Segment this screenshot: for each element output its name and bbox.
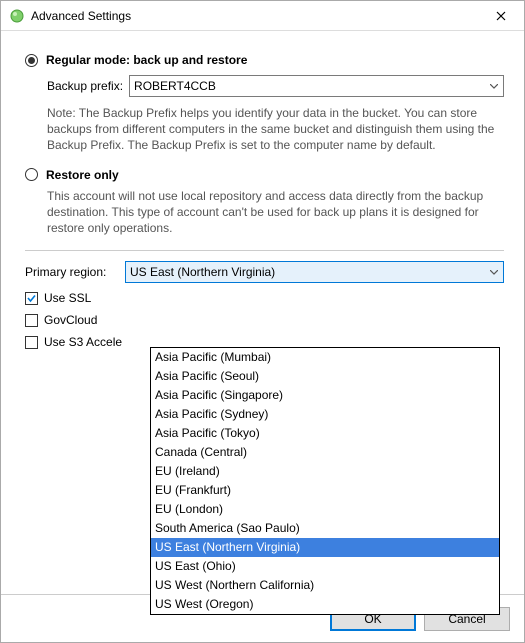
dropdown-item[interactable]: EU (Ireland) (151, 462, 499, 481)
checkbox-icon (25, 292, 38, 305)
checkbox-icon (25, 336, 38, 349)
dropdown-item[interactable]: US West (Oregon) (151, 595, 499, 614)
dropdown-item[interactable]: US East (Northern Virginia) (151, 538, 499, 557)
radio-restore-label: Restore only (46, 168, 119, 182)
radio-regular-mode[interactable]: Regular mode: back up and restore (25, 53, 504, 67)
dropdown-item[interactable]: Asia Pacific (Seoul) (151, 367, 499, 386)
dropdown-item[interactable]: EU (Frankfurt) (151, 481, 499, 500)
restore-only-note: This account will not use local reposito… (47, 188, 504, 237)
primary-region-combo[interactable]: US East (Northern Virginia) (125, 261, 504, 283)
radio-restore-only[interactable]: Restore only (25, 168, 504, 182)
chevron-down-icon (485, 84, 503, 89)
dropdown-item[interactable]: Asia Pacific (Mumbai) (151, 348, 499, 367)
backup-prefix-value: ROBERT4CCB (134, 79, 485, 93)
close-button[interactable] (478, 1, 524, 31)
primary-region-label: Primary region: (25, 265, 125, 279)
window-title: Advanced Settings (31, 9, 478, 23)
primary-region-value: US East (Northern Virginia) (130, 265, 485, 279)
dropdown-item[interactable]: South America (Sao Paulo) (151, 519, 499, 538)
dropdown-item[interactable]: Asia Pacific (Singapore) (151, 386, 499, 405)
dropdown-item[interactable]: Asia Pacific (Sydney) (151, 405, 499, 424)
checkbox-govcloud[interactable]: GovCloud (25, 313, 504, 327)
primary-region-dropdown[interactable]: Asia Pacific (Mumbai)Asia Pacific (Seoul… (150, 347, 500, 615)
checkbox-label: GovCloud (44, 313, 97, 327)
app-icon (9, 8, 25, 24)
titlebar: Advanced Settings (1, 1, 524, 31)
backup-prefix-row: Backup prefix: ROBERT4CCB (47, 75, 504, 97)
checkbox-icon (25, 314, 38, 327)
radio-regular-label: Regular mode: back up and restore (46, 53, 247, 67)
backup-prefix-note: Note: The Backup Prefix helps you identi… (47, 105, 504, 154)
checkbox-use-ssl[interactable]: Use SSL (25, 291, 504, 305)
radio-icon (25, 168, 38, 181)
dropdown-item[interactable]: US West (Northern California) (151, 576, 499, 595)
checkbox-label: Use SSL (44, 291, 91, 305)
dropdown-item[interactable]: EU (London) (151, 500, 499, 519)
divider (25, 250, 504, 251)
checkbox-label: Use S3 Accele (44, 335, 122, 349)
dropdown-item[interactable]: Asia Pacific (Tokyo) (151, 424, 499, 443)
dropdown-item[interactable]: US East (Ohio) (151, 557, 499, 576)
primary-region-row: Primary region: US East (Northern Virgin… (25, 261, 504, 283)
dropdown-item[interactable]: Canada (Central) (151, 443, 499, 462)
dialog-content: Regular mode: back up and restore Backup… (1, 31, 524, 349)
backup-prefix-label: Backup prefix: (47, 79, 123, 93)
chevron-down-icon (485, 270, 503, 275)
radio-icon (25, 54, 38, 67)
backup-prefix-combo[interactable]: ROBERT4CCB (129, 75, 504, 97)
